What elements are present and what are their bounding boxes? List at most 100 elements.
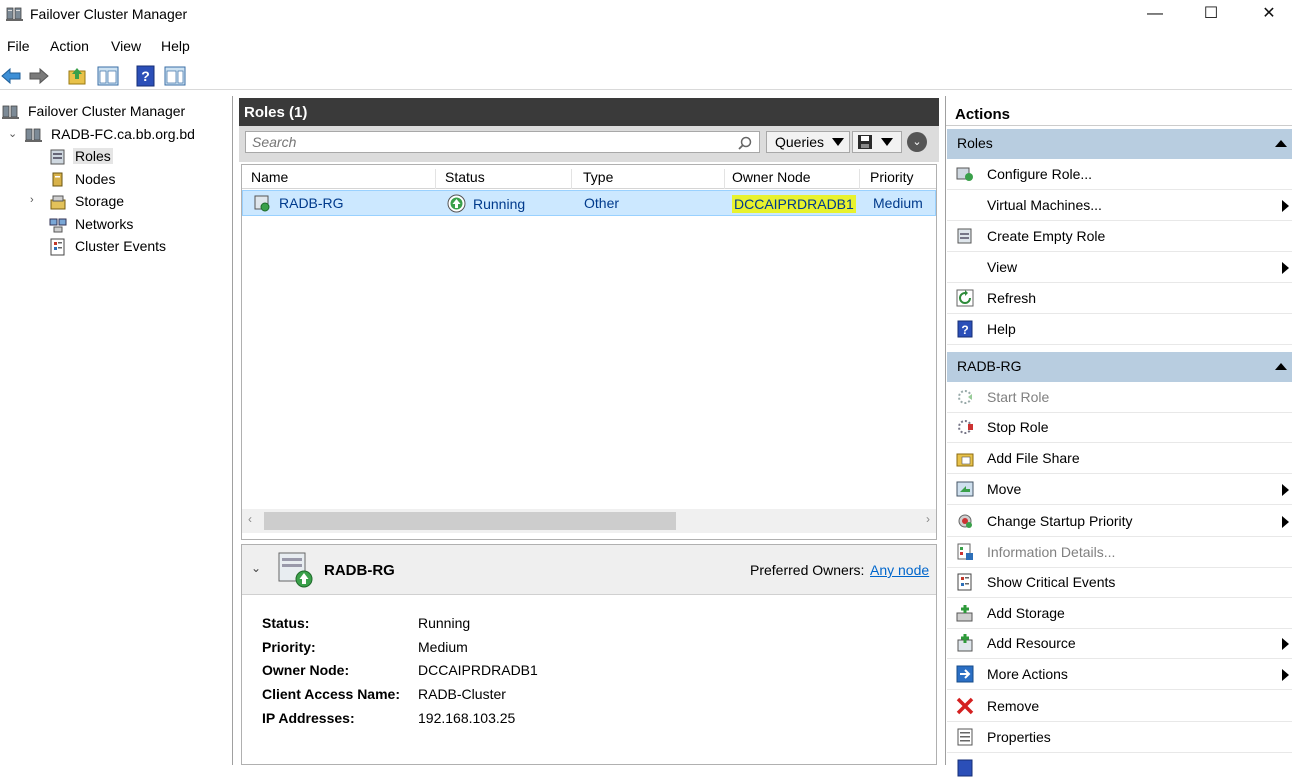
action-help-partial[interactable] — [947, 753, 1292, 784]
move-icon — [956, 481, 974, 497]
close-button[interactable]: ✕ — [1240, 0, 1292, 30]
dropdown-arrow-icon — [881, 138, 893, 146]
tree-item-networks-label: Networks — [75, 216, 134, 232]
table-row[interactable]: RADB-RG Running Other DCCAIPRDRADB1 Medi… — [242, 190, 936, 216]
action-more-actions[interactable]: More Actions — [947, 659, 1292, 690]
action-label: Virtual Machines... — [987, 197, 1102, 213]
cluster-app-icon — [6, 7, 23, 21]
detail-value-owner-node: DCCAIPRDRADB1 — [418, 662, 538, 678]
minimize-button[interactable]: — — [1126, 0, 1184, 30]
section-roles-label: Roles — [957, 135, 993, 151]
action-label: Create Empty Role — [987, 228, 1106, 244]
section-header-roles[interactable]: Roles — [947, 129, 1292, 159]
back-arrow-icon[interactable] — [0, 65, 22, 87]
submenu-arrow-icon — [1282, 669, 1289, 681]
chevron-right-icon[interactable]: › — [30, 194, 34, 206]
help-icon[interactable]: ? — [135, 65, 157, 87]
scroll-left-arrow-icon[interactable]: ‹ — [248, 512, 252, 526]
action-refresh[interactable]: Refresh — [947, 283, 1292, 314]
queries-label: Queries — [775, 134, 825, 150]
table-header: Name Status Type Owner Node Priority — [242, 165, 936, 189]
chevron-down-icon[interactable]: ⌄ — [8, 127, 17, 140]
row-name: RADB-RG — [279, 195, 344, 211]
tree-item-roles-label: Roles — [73, 148, 113, 164]
forward-arrow-icon[interactable] — [28, 65, 50, 87]
action-label: Stop Role — [987, 419, 1049, 435]
details-pane: ⌄ RADB-RG Preferred Owners: Any node Sta… — [241, 544, 937, 765]
action-change-startup-priority[interactable]: Change Startup Priority — [947, 506, 1292, 537]
file-share-icon — [956, 453, 974, 467]
column-header-status[interactable]: Status — [445, 169, 572, 189]
collapse-chevron-icon[interactable]: ⌄ — [907, 132, 927, 152]
action-virtual-machines[interactable]: Virtual Machines... — [947, 190, 1292, 221]
action-label: Start Role — [987, 389, 1050, 405]
maximize-button[interactable]: ☐ — [1182, 0, 1240, 30]
tree-item-nodes-label: Nodes — [75, 171, 116, 187]
column-header-name[interactable]: Name — [251, 169, 436, 189]
collapse-up-icon[interactable] — [1275, 363, 1287, 370]
tree-cluster-label: RADB-FC.ca.bb.org.bd — [51, 126, 195, 142]
show-hide-tree-icon[interactable] — [97, 65, 119, 87]
action-label: Remove — [987, 698, 1040, 714]
actions-title-bar: Actions — [946, 102, 1292, 126]
search-input[interactable] — [245, 131, 760, 153]
save-query-button[interactable] — [852, 131, 902, 153]
role-large-icon — [278, 552, 313, 588]
column-header-priority[interactable]: Priority — [870, 169, 936, 189]
detail-label-priority: Priority: — [262, 639, 316, 655]
search-icon[interactable] — [737, 135, 753, 151]
actions-title: Actions — [955, 106, 1011, 123]
show-hide-action-pane-icon[interactable] — [164, 65, 186, 87]
title-bar: Failover Cluster Manager — ☐ ✕ — [0, 0, 1292, 30]
menu-file[interactable]: File — [7, 38, 30, 54]
action-stop-role[interactable]: Stop Role — [947, 412, 1292, 443]
dropdown-arrow-icon — [832, 138, 844, 146]
scrollbar-thumb[interactable] — [264, 512, 676, 530]
preferred-owners-link[interactable]: Any node — [870, 562, 929, 578]
action-move[interactable]: Move — [947, 474, 1292, 505]
detail-value-status: Running — [418, 615, 471, 631]
detail-label-owner-node: Owner Node: — [262, 662, 350, 678]
tree-root-label: Failover Cluster Manager — [28, 103, 186, 119]
submenu-arrow-icon — [1282, 200, 1289, 212]
roles-icon — [50, 149, 65, 165]
action-configure-role[interactable]: Configure Role... — [947, 159, 1292, 190]
properties-icon — [957, 728, 973, 746]
action-view[interactable]: View — [947, 252, 1292, 283]
menu-action[interactable]: Action — [50, 38, 89, 54]
action-help[interactable]: ? Help — [947, 314, 1292, 345]
action-add-resource[interactable]: Add Resource — [947, 628, 1292, 659]
scroll-right-arrow-icon[interactable]: › — [926, 512, 930, 526]
queries-button[interactable]: Queries — [766, 131, 850, 153]
submenu-arrow-icon — [1282, 262, 1289, 274]
menu-view[interactable]: View — [111, 38, 141, 54]
horizontal-scrollbar[interactable]: ‹ › — [242, 509, 936, 533]
action-remove[interactable]: Remove — [947, 691, 1292, 722]
menu-help[interactable]: Help — [161, 38, 190, 54]
up-folder-icon[interactable] — [66, 65, 88, 87]
row-owner-node: DCCAIPRDRADB1 — [732, 195, 856, 213]
collapse-up-icon[interactable] — [1275, 140, 1287, 147]
action-show-critical-events[interactable]: Show Critical Events — [947, 567, 1292, 598]
action-create-empty-role[interactable]: Create Empty Role — [947, 221, 1292, 252]
row-type: Other — [584, 195, 620, 211]
action-label: View — [987, 259, 1018, 275]
section-header-radb-rg[interactable]: RADB-RG — [947, 352, 1292, 382]
tree-item-storage-label: Storage — [75, 193, 125, 209]
action-properties[interactable]: Properties — [947, 722, 1292, 753]
action-information-details[interactable]: Information Details... — [947, 537, 1292, 568]
action-start-role[interactable]: Start Role — [947, 382, 1292, 413]
stop-role-icon — [958, 420, 973, 434]
action-add-file-share[interactable]: Add File Share — [947, 443, 1292, 474]
role-icon — [254, 195, 270, 212]
row-priority: Medium — [873, 195, 923, 211]
svg-text:?: ? — [961, 323, 968, 337]
column-header-type[interactable]: Type — [583, 169, 725, 189]
nodes-icon — [52, 172, 63, 187]
action-label: More Actions — [987, 666, 1068, 682]
cluster-icon — [25, 128, 42, 142]
action-add-storage[interactable]: Add Storage — [947, 598, 1292, 629]
search-bar: Queries ⌄ — [239, 126, 939, 162]
collapse-details-icon[interactable]: ⌄ — [251, 561, 261, 575]
column-header-owner-node[interactable]: Owner Node — [732, 169, 860, 189]
